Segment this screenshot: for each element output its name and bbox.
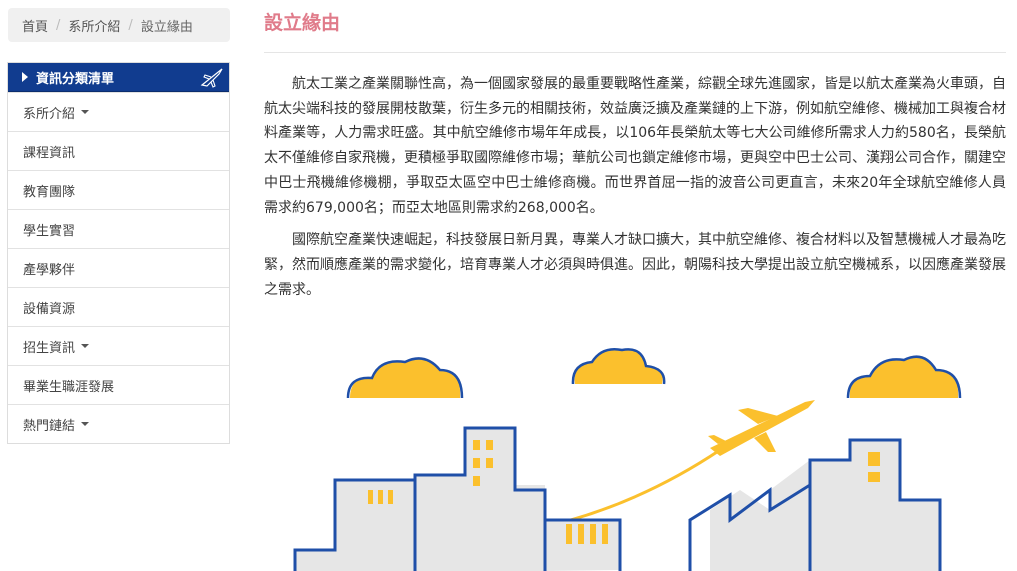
paragraph: 航太工業之產業關聯性高，為一個國家發展的最重要戰略性產業，綜觀全球先進國家，皆是…	[264, 76, 1006, 216]
sidebar-item-label: 設備資源	[23, 301, 76, 317]
sidebar-item-courses[interactable]: 課程資訊	[8, 131, 229, 170]
sidebar-item-career[interactable]: 畢業生職涯發展	[8, 365, 229, 404]
sidebar-item-label: 熱門鏈結	[23, 418, 76, 434]
sidebar-item-label: 產學夥伴	[23, 262, 76, 278]
sidebar-item-faculty[interactable]: 教育團隊	[8, 170, 229, 209]
airplane-icon	[200, 68, 223, 88]
breadcrumb-current: 設立緣由	[140, 19, 193, 35]
city-airplane-illustration	[293, 348, 962, 571]
breadcrumb-section-link[interactable]: 系所介紹	[68, 16, 120, 35]
sidebar-item-hot-links[interactable]: 熱門鏈結	[8, 404, 229, 443]
sidebar-item-label: 學生實習	[23, 223, 76, 239]
sidebar-item-label: 系所介紹	[23, 106, 76, 122]
sidebar-header: 資訊分類清單	[8, 63, 229, 92]
page-title: 設立緣由	[264, 12, 341, 34]
main-content: 航太工業之產業關聯性高，為一個國家發展的最重要戰略性產業，綜觀全球先進國家，皆是…	[264, 72, 1006, 310]
sidebar-item-industry-partners[interactable]: 產學夥伴	[8, 248, 229, 287]
cloud-icon	[571, 348, 666, 385]
sidebar-item-department-intro[interactable]: 系所介紹	[8, 92, 229, 131]
cloud-icon	[346, 357, 464, 399]
caret-down-icon	[81, 344, 90, 348]
paragraph: 國際航空產業快速崛起，科技發展日新月異，專業人才缺口擴大，其中航空維修、複合材料…	[264, 232, 1006, 298]
breadcrumb-home-link[interactable]: 首頁	[22, 16, 48, 35]
sidebar-item-label: 招生資訊	[23, 340, 76, 356]
sidebar-item-admissions[interactable]: 招生資訊	[8, 326, 229, 365]
sidebar-item-equipment[interactable]: 設備資源	[8, 287, 229, 326]
cloud-icon	[846, 355, 962, 399]
sidebar-menu: 資訊分類清單 系所介紹 課程資訊 教育團隊 學生實習 產學夥伴 設備資源 招生資…	[7, 62, 230, 444]
sidebar-item-label: 教育團隊	[23, 184, 76, 200]
title-divider	[264, 52, 1006, 53]
breadcrumb-separator: /	[128, 17, 133, 33]
caret-down-icon	[81, 422, 90, 426]
breadcrumb: 首頁 / 系所介紹 / 設立緣由	[8, 8, 230, 42]
sidebar-item-internship[interactable]: 學生實習	[8, 209, 229, 248]
airplane-icon	[708, 400, 815, 456]
sidebar-item-label: 課程資訊	[23, 145, 76, 161]
caret-down-icon	[81, 110, 90, 114]
sidebar-item-label: 畢業生職涯發展	[23, 379, 115, 395]
breadcrumb-separator: /	[56, 17, 61, 33]
triangle-right-icon	[22, 72, 28, 82]
sidebar-title: 資訊分類清單	[36, 71, 115, 87]
